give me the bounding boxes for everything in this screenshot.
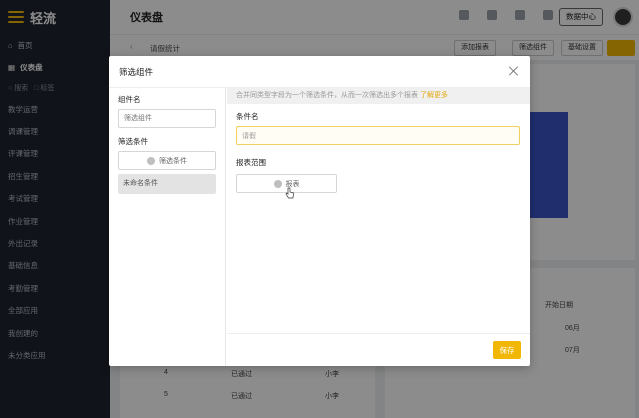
plus-icon	[273, 179, 282, 188]
dialog-title: 筛选组件	[119, 66, 154, 77]
tip-text: 合并同类型字段为一个筛选条件，从而一次筛选出多个报表	[236, 92, 418, 99]
tip-bar: 合并同类型字段为一个筛选条件，从而一次筛选出多个报表 了解更多	[227, 88, 530, 104]
condition-settings-pane: 合并同类型字段为一个筛选条件，从而一次筛选出多个报表 了解更多 条件名 报表范围…	[227, 88, 530, 366]
save-button[interactable]: 保存	[493, 341, 521, 359]
filter-component-dialog: 筛选组件 组件名 筛选条件 筛选条件 未命名条件 合并同类型字段为一个筛选条件，…	[109, 56, 530, 366]
add-filter-condition-button[interactable]: 筛选条件	[118, 151, 216, 170]
button-label: 筛选条件	[159, 157, 187, 165]
dialog-header: 筛选组件	[109, 56, 530, 88]
condition-list-item[interactable]: 未命名条件	[118, 174, 216, 194]
condition-name-input[interactable]	[236, 126, 520, 145]
component-name-input[interactable]	[118, 109, 216, 128]
close-icon[interactable]	[508, 65, 520, 77]
hand-cursor-icon	[285, 187, 294, 199]
component-name-label: 组件名	[118, 95, 141, 104]
report-scope-label: 报表范围	[236, 158, 266, 167]
plus-icon	[147, 156, 155, 165]
component-settings-pane: 组件名 筛选条件 筛选条件 未命名条件	[109, 88, 226, 366]
filter-conditions-label: 筛选条件	[118, 137, 148, 146]
condition-name-label: 条件名	[236, 112, 259, 121]
learn-more-link[interactable]: 了解更多	[420, 92, 448, 99]
dialog-footer-divider	[227, 333, 530, 334]
